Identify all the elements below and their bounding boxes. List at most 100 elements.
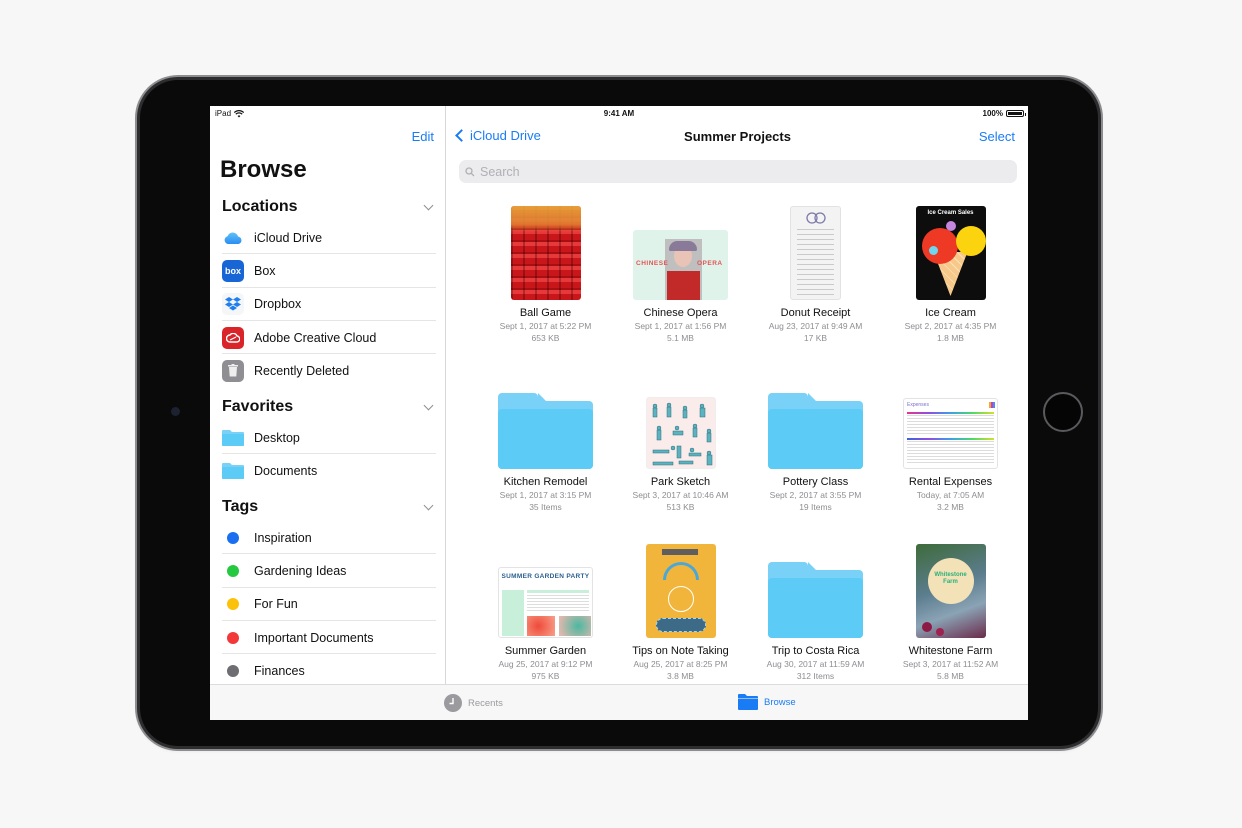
file-item[interactable]: Whitestone Farm Whitestone Farm Sept 3, … xyxy=(883,538,1018,681)
file-item[interactable]: CHINESE OPERA Chinese Opera Sept 1, 2017… xyxy=(613,200,748,343)
file-size: 1.8 MB xyxy=(937,333,964,343)
sidebar-title: Browse xyxy=(220,156,307,183)
section-title: Locations xyxy=(222,198,298,215)
section-title: Tags xyxy=(222,498,259,515)
thumb-text: Expenses xyxy=(907,402,929,408)
file-name: Summer Garden xyxy=(504,645,587,657)
folder-icon xyxy=(222,460,244,482)
favorites-header[interactable]: Favorites xyxy=(210,393,446,421)
file-item[interactable]: Ice Cream Sales Ice Cream Sept 2, 2017 a… xyxy=(883,200,1018,343)
file-item[interactable]: Expenses Rental Expenses Today, at 7:05 … xyxy=(883,369,1018,512)
sidebar-item-adobe-creative-cloud[interactable]: Adobe Creative Cloud xyxy=(210,321,446,355)
locations-header[interactable]: Locations xyxy=(210,193,446,221)
tag-color-dot-icon xyxy=(227,531,239,544)
file-size: 312 Items xyxy=(796,671,835,681)
home-button[interactable] xyxy=(1043,392,1083,432)
tab-browse[interactable]: Browse xyxy=(738,694,796,710)
sidebar-item-recently-deleted[interactable]: Recently Deleted xyxy=(210,354,446,387)
sketch-thumbnail xyxy=(645,397,716,469)
sidebar-item-tag[interactable]: Important Documents xyxy=(210,621,446,655)
file-size: 513 KB xyxy=(666,502,695,512)
file-name: Donut Receipt xyxy=(780,307,851,319)
chevron-down-icon[interactable] xyxy=(423,400,434,410)
file-date: Sept 3, 2017 at 11:52 AM xyxy=(902,659,999,669)
thumb-text: OPERA xyxy=(697,260,723,267)
clock-icon xyxy=(444,694,462,712)
file-date: Aug 30, 2017 at 11:59 AM xyxy=(766,659,865,669)
sidebar-item-tag[interactable]: Inspiration xyxy=(210,521,446,555)
folder-icon xyxy=(738,694,758,710)
folder-item[interactable]: Trip to Costa Rica Aug 30, 2017 at 11:59… xyxy=(748,538,883,681)
search-input[interactable]: Search xyxy=(459,160,1017,183)
file-date: Sept 3, 2017 at 10:46 AM xyxy=(632,490,729,500)
sidebar-item-tag[interactable]: Finances xyxy=(210,654,446,687)
sidebar-item-label: Important Documents xyxy=(254,630,374,645)
sidebar-item-label: Gardening Ideas xyxy=(254,563,347,578)
tags-section: Tags Inspiration Gardening Ideas For Fun xyxy=(210,493,446,687)
sidebar-item-label: Desktop xyxy=(254,430,300,445)
sidebar-item-icloud-drive[interactable]: iCloud Drive xyxy=(210,221,446,255)
file-date: Aug 25, 2017 at 8:25 PM xyxy=(633,659,728,669)
dropbox-icon xyxy=(222,293,244,316)
chevron-down-icon[interactable] xyxy=(423,200,434,210)
file-item[interactable]: Ball Game Sept 1, 2017 at 5:22 PM 653 KB xyxy=(478,200,613,343)
sidebar-item-label: For Fun xyxy=(254,597,298,612)
select-button[interactable]: Select xyxy=(979,129,1015,144)
thumb-text: Whitestone xyxy=(934,572,967,578)
chevron-down-icon[interactable] xyxy=(423,500,434,510)
file-name: Trip to Costa Rica xyxy=(771,645,860,657)
folder-icon xyxy=(222,427,244,449)
folder-icon xyxy=(498,393,593,469)
sidebar-item-dropbox[interactable]: Dropbox xyxy=(210,288,446,322)
file-item[interactable]: Donut Receipt Aug 23, 2017 at 9:49 AM 17… xyxy=(748,200,883,343)
file-date: Sept 2, 2017 at 3:55 PM xyxy=(769,490,862,500)
file-name: Ice Cream xyxy=(925,307,976,319)
notes-thumbnail xyxy=(645,544,716,638)
page-title: Summer Projects xyxy=(684,129,791,144)
file-date: Sept 1, 2017 at 3:15 PM xyxy=(499,490,592,500)
section-title: Favorites xyxy=(222,398,294,415)
folder-item[interactable]: Kitchen Remodel Sept 1, 2017 at 3:15 PM … xyxy=(478,369,613,512)
sidebar-item-desktop[interactable]: Desktop xyxy=(210,421,446,455)
file-size: 653 KB xyxy=(531,333,560,343)
receipt-thumbnail xyxy=(790,206,841,300)
sidebar-item-label: Box xyxy=(254,263,276,278)
thumb-text: CHINESE xyxy=(636,260,669,267)
icloud-icon xyxy=(222,227,244,249)
locations-section: Locations iCloud Drive box Box Dropbox A… xyxy=(210,193,446,387)
folder-item[interactable]: Pottery Class Sept 2, 2017 at 3:55 PM 19… xyxy=(748,369,883,512)
ipad-device: iPad 9:41 AM 100% Edit Browse Locations xyxy=(140,80,1098,746)
file-item[interactable]: Park Sketch Sept 3, 2017 at 10:46 AM 513… xyxy=(613,369,748,512)
sidebar-item-tag[interactable]: For Fun xyxy=(210,588,446,622)
file-item[interactable]: Tips on Note Taking Aug 25, 2017 at 8:25… xyxy=(613,538,748,681)
favorites-section: Favorites Desktop Documents xyxy=(210,393,446,488)
tab-recents[interactable]: Recents xyxy=(444,694,503,712)
file-size: 35 Items xyxy=(529,502,562,512)
folder-icon xyxy=(768,562,863,638)
thumb-text: Farm xyxy=(943,579,958,585)
front-camera xyxy=(171,407,180,416)
file-name: Park Sketch xyxy=(650,476,711,488)
file-name: Ball Game xyxy=(519,307,572,319)
file-date: Today, at 7:05 AM xyxy=(916,490,985,500)
file-size: 19 Items xyxy=(799,502,832,512)
sidebar-item-tag[interactable]: Gardening Ideas xyxy=(210,554,446,588)
file-item[interactable]: SUMMER GARDEN PARTY Summer Garden Aug 25… xyxy=(478,538,613,681)
file-name: Tips on Note Taking xyxy=(632,645,729,657)
tag-color-dot-icon xyxy=(227,631,239,644)
sidebar-item-documents[interactable]: Documents xyxy=(210,454,446,487)
file-size: 975 KB xyxy=(531,671,560,681)
spreadsheet-thumbnail: SUMMER GARDEN PARTY xyxy=(498,567,593,638)
file-size: 5.8 MB xyxy=(937,671,964,681)
sidebar: Edit Browse Locations iCloud Drive box B… xyxy=(210,106,446,684)
tag-color-dot-icon xyxy=(227,598,239,611)
edit-button[interactable]: Edit xyxy=(412,129,434,144)
tag-color-dot-icon xyxy=(227,564,239,577)
tag-color-dot-icon xyxy=(227,664,239,677)
sidebar-item-box[interactable]: box Box xyxy=(210,254,446,288)
sidebar-item-label: iCloud Drive xyxy=(254,230,323,245)
tags-header[interactable]: Tags xyxy=(210,493,446,521)
document-thumbnail: CHINESE OPERA xyxy=(633,230,728,300)
box-icon: box xyxy=(222,259,244,282)
screen: iPad 9:41 AM 100% Edit Browse Locations xyxy=(210,106,1028,720)
